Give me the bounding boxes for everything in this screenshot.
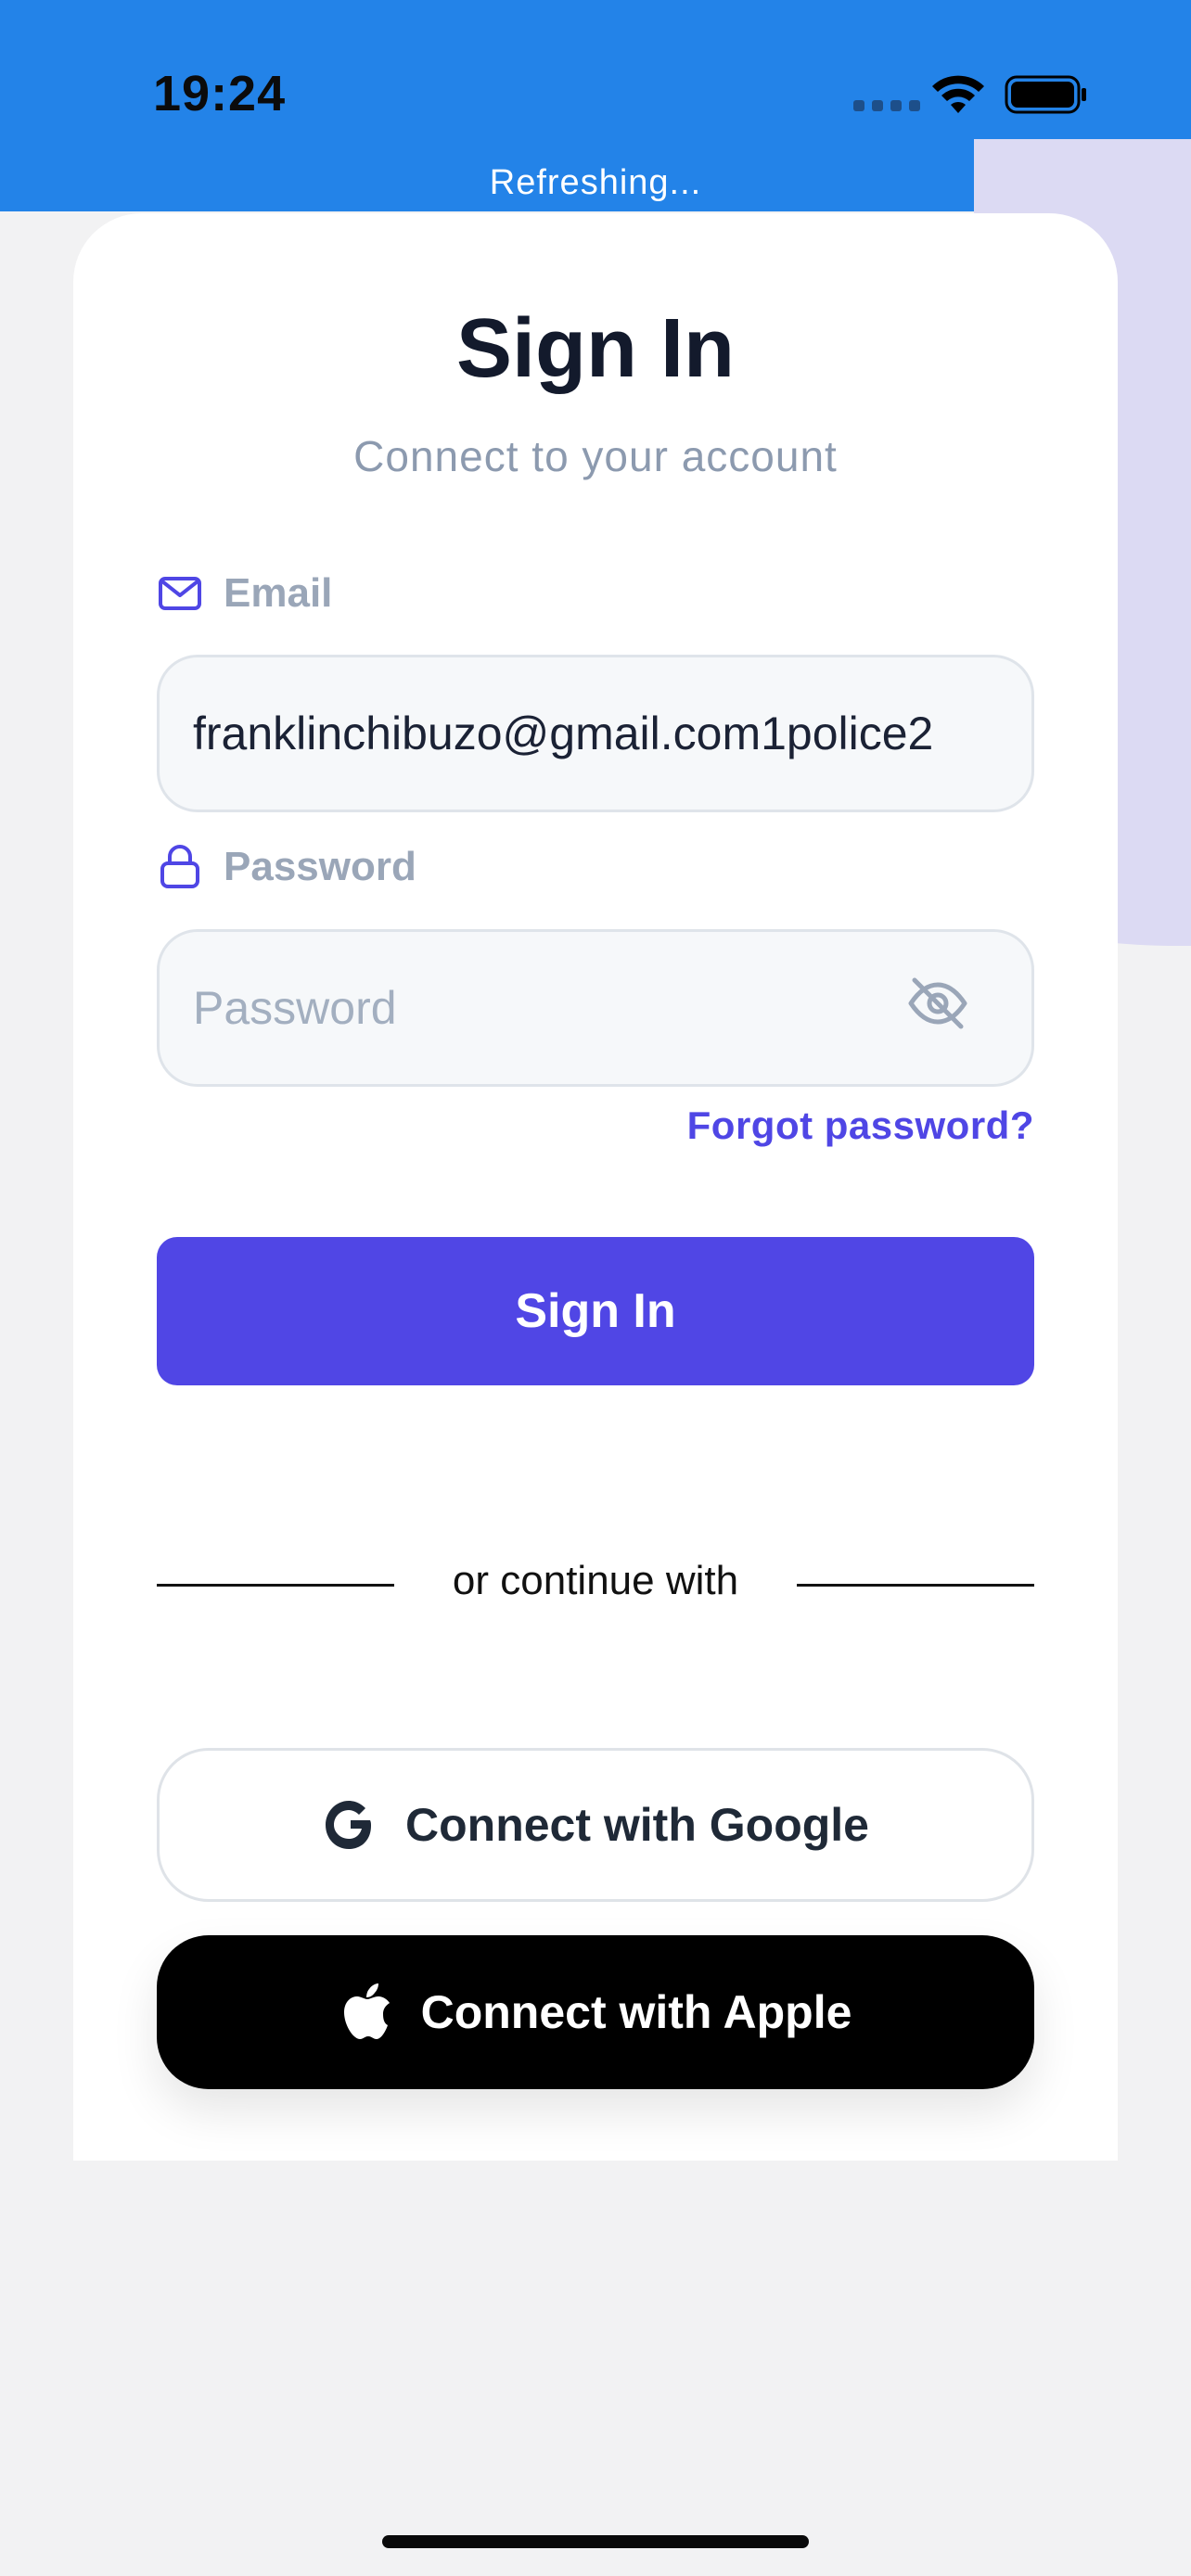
signal-icon [853, 100, 920, 111]
forgot-password-link[interactable]: Forgot password? [687, 1103, 1034, 1148]
page-title: Sign In [456, 302, 735, 395]
page-subtitle: Connect to your account [353, 432, 838, 480]
eye-off-icon[interactable] [905, 971, 970, 1036]
password-field[interactable]: Password [157, 929, 1034, 1087]
home-indicator [382, 2535, 809, 2548]
email-label: Email [157, 570, 332, 617]
battery-icon [1005, 75, 1086, 114]
divider: or continue with [157, 1549, 1034, 1623]
wifi-icon [932, 75, 984, 113]
password-label: Password [157, 844, 416, 890]
email-label-text: Email [224, 570, 333, 616]
sign-in-card: Sign In Connect to your account Email fr… [73, 213, 1118, 2161]
email-field[interactable]: franklinchibuzo@gmail.com1police2 [157, 655, 1034, 812]
apple-connect-button[interactable]: Connect with Apple [157, 1935, 1034, 2089]
apple-button-label: Connect with Apple [420, 1986, 852, 2038]
divider-text: or continue with [452, 1558, 739, 1603]
password-placeholder: Password [193, 982, 397, 1034]
mail-icon [159, 577, 201, 610]
email-value: franklinchibuzo@gmail.com1police2 [193, 708, 934, 759]
google-connect-button[interactable]: Connect with Google [157, 1748, 1034, 1902]
lock-icon [160, 845, 199, 888]
google-button-label: Connect with Google [405, 1799, 869, 1851]
google-icon [326, 1801, 371, 1849]
sign-in-screen: 19:24 Refreshing... Sign In Connect to y… [0, 0, 1191, 2576]
status-time: 19:24 [153, 66, 287, 121]
sign-in-button[interactable]: Sign In [157, 1237, 1034, 1385]
divider-line-right [797, 1584, 1034, 1587]
password-label-text: Password [224, 844, 416, 889]
apple-icon [343, 1983, 390, 2039]
